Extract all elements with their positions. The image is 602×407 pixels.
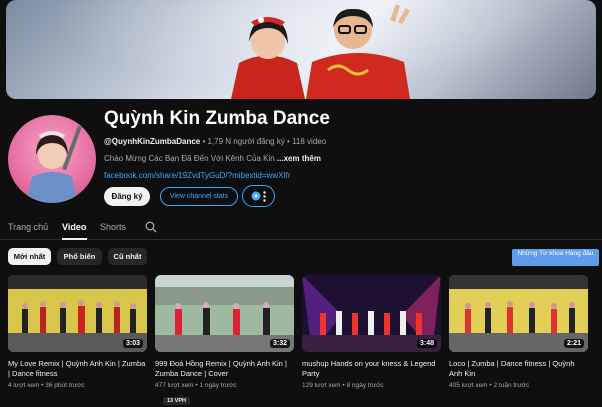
video-title[interactable]: My Love Remix | Quỳnh Anh Kin | Zumba | … — [8, 359, 147, 379]
video-meta: 129 lượt xem • 8 ngày trước — [302, 382, 384, 389]
extension-logo-icon — [251, 191, 261, 201]
description-more[interactable]: ...xem thêm — [277, 154, 321, 163]
top-keywords-tooltip[interactable]: Những Từ khoá Hàng đầu — [512, 249, 599, 266]
video-duration: 2:21 — [563, 339, 584, 348]
channel-meta: @QuynhKinZumbaDance • 1,79 N người đăng … — [104, 137, 326, 146]
video-card[interactable]: 3:48 mushup Hands on your kness & Legend… — [302, 275, 441, 389]
channel-link[interactable]: facebook.com/share/19ZvdTyGuD/?mibextid=… — [104, 171, 291, 180]
tab-home[interactable]: Trang chủ — [8, 222, 48, 232]
more-vert-icon — [263, 190, 266, 202]
video-card[interactable]: 2:21 Loco | Zumba | Dance fitness | Quỳn… — [449, 275, 588, 389]
video-duration: 3:48 — [416, 339, 437, 348]
video-title[interactable]: mushup Hands on your kness & Legend Part… — [302, 359, 441, 379]
channel-tabs: Trang chủ Video Shorts — [0, 220, 602, 240]
channel-stats: • 1,79 N người đăng ký • 118 video — [200, 137, 327, 146]
video-meta: 477 lượt xem • 1 ngày trước — [155, 382, 237, 389]
channel-banner — [6, 0, 596, 99]
channel-name: Quỳnh Kin Zumba Dance — [104, 108, 330, 129]
video-card[interactable]: 3:32 999 Đoá Hồng Remix | Quỳnh Anh Kin … — [155, 275, 294, 407]
video-duration: 3:32 — [269, 339, 290, 348]
filter-popular[interactable]: Phổ biến — [57, 248, 102, 265]
tab-videos[interactable]: Video — [62, 222, 86, 232]
video-duration: 3:03 — [122, 339, 143, 348]
channel-avatar[interactable] — [8, 115, 96, 203]
description-text: Chào Mừng Các Bạn Đã Đến Với Kênh Của Ki… — [104, 154, 277, 163]
view-channel-stats-button[interactable]: View channel stats — [160, 187, 238, 206]
avatar-image — [26, 125, 82, 203]
video-title[interactable]: Loco | Zumba | Dance fitness | Quỳnh Anh… — [449, 359, 588, 379]
vph-badge: 13 VPH — [163, 397, 190, 405]
video-thumbnail[interactable]: 3:32 — [155, 275, 294, 352]
channel-description[interactable]: Chào Mừng Các Bạn Đã Đến Với Kênh Của Ki… — [104, 154, 321, 163]
video-meta: 4 lượt xem • 36 phút trước — [8, 382, 85, 389]
banner-person-right — [306, 4, 410, 99]
active-tab-indicator — [62, 238, 87, 240]
extension-menu-button[interactable] — [242, 185, 275, 207]
video-meta: 405 lượt xem • 2 tuần trước — [449, 382, 530, 389]
video-thumbnail[interactable]: 3:03 — [8, 275, 147, 352]
video-title[interactable]: 999 Đoá Hồng Remix | Quỳnh Anh Kin | Zum… — [155, 359, 294, 379]
video-thumbnail[interactable]: 3:48 — [302, 275, 441, 352]
video-card[interactable]: 3:03 My Love Remix | Quỳnh Anh Kin | Zum… — [8, 275, 147, 389]
filter-oldest[interactable]: Cũ nhất — [108, 248, 147, 265]
filter-newest[interactable]: Mới nhất — [8, 248, 51, 265]
tab-shorts[interactable]: Shorts — [100, 222, 126, 232]
channel-handle: @QuynhKinZumbaDance — [104, 137, 201, 146]
video-thumbnail[interactable]: 2:21 — [449, 275, 588, 352]
search-icon[interactable] — [145, 221, 157, 233]
subscribe-button[interactable]: Đăng ký — [104, 187, 150, 206]
